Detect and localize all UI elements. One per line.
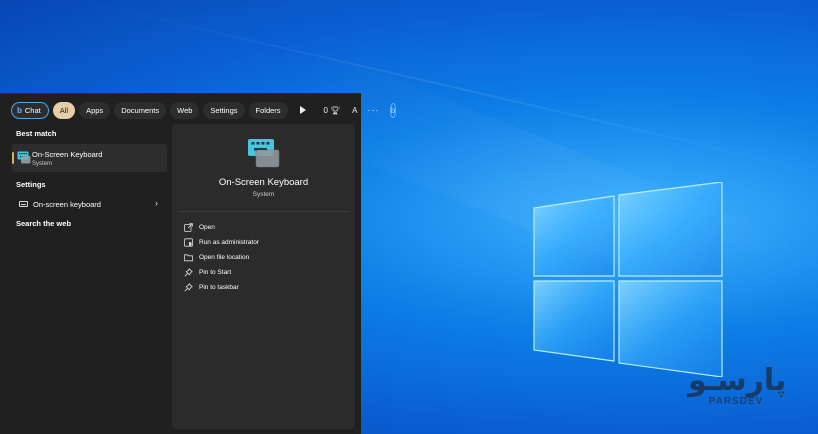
chip-label: Chat [24,105,41,115]
settings-heading: Settings [16,180,46,189]
action-label: Run as administrator [199,238,259,246]
chip-apps[interactable]: Apps [79,101,111,119]
bing-icon: b [390,105,396,115]
best-match-name: On-Screen Keyboard [32,150,103,159]
rewards-button[interactable]: 0 🏆︎ [324,106,341,115]
chip-all[interactable]: All [52,101,76,119]
more-options-button[interactable]: ··· [368,105,380,115]
chip-chat[interactable]: b Chat [11,101,49,119]
best-match-type: System [32,161,53,167]
search-the-web-heading: Search the web [16,219,72,228]
start-search-panel: b Chat All Apps Documents Web Settings F… [0,93,397,434]
chip-folders[interactable]: Folders [248,101,288,119]
result-detail-pane: On-Screen Keyboard System Open Run as ad… [172,124,355,429]
chip-web[interactable]: Web [170,101,200,119]
action-label: Open [199,223,215,231]
action-open[interactable]: Open [184,221,215,233]
keyboard-icon [19,201,28,207]
watermark: پارسـو PARSDEV [688,363,787,418]
settings-result-on-screen-keyboard[interactable]: On-screen keyboard › [14,196,164,212]
action-label: Open file location [199,253,250,261]
windows-logo-icon [533,182,723,377]
on-screen-keyboard-icon [17,151,31,164]
selection-accent [12,152,14,164]
action-label: Pin to taskbar [199,283,239,291]
open-external-icon [184,222,193,232]
search-filter-bar: b Chat All Apps Documents Web Settings F… [11,101,397,119]
action-label: Pin to Start [199,268,232,276]
best-match-result[interactable]: On-Screen Keyboard System [12,144,167,172]
bing-chat-icon: b [17,105,22,115]
action-pin-to-start[interactable]: Pin to Start [184,266,231,278]
settings-result-label: On-screen keyboard [33,199,101,209]
shield-admin-icon [184,237,193,247]
on-screen-keyboard-icon [248,139,280,168]
watermark-logo: پارسـو [688,363,787,398]
action-pin-to-taskbar[interactable]: Pin to taskbar [184,281,239,293]
action-open-file-location[interactable]: Open file location [184,251,249,263]
pin-icon [184,267,193,276]
best-match-heading: Best match [16,129,57,138]
bing-button[interactable]: b [389,102,397,118]
folder-icon [184,253,193,261]
pin-icon [184,282,193,291]
account-initial-button[interactable]: A [352,106,357,115]
chevron-right-icon: › [155,198,158,208]
action-run-as-administrator[interactable]: Run as administrator [184,236,259,248]
trophy-icon: 🏆︎ [330,105,341,115]
more-filters-play-icon[interactable] [299,106,306,114]
chip-documents[interactable]: Documents [114,101,167,119]
rewards-count: 0 [323,105,328,115]
chip-settings[interactable]: Settings [203,101,245,119]
detail-divider [178,211,349,212]
detail-subtitle: System [252,191,275,198]
detail-title: On-Screen Keyboard [218,177,309,188]
